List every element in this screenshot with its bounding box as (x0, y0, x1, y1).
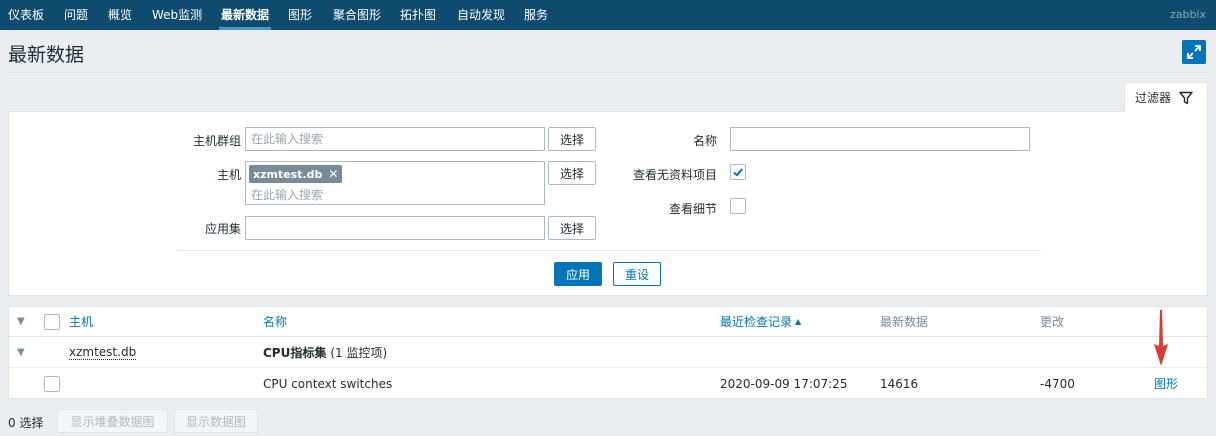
column-header-host[interactable]: 主机 (69, 307, 93, 336)
nav-item-maps[interactable]: 拓扑图 (400, 0, 436, 30)
nav-item-web-monitoring[interactable]: Web监测 (152, 0, 202, 30)
nav-item-dashboard[interactable]: 仪表板 (8, 0, 44, 30)
column-header-name[interactable]: 名称 (263, 307, 287, 336)
name-input[interactable] (730, 127, 1030, 151)
host-tag-label: xzmtest.db (253, 167, 323, 181)
host-groups-label: 主机群组 (192, 134, 241, 148)
show-without-data-checkbox[interactable] (730, 164, 746, 180)
hosts-multiselect[interactable]: xzmtest.db ✕ 在此输入搜索 (245, 161, 545, 205)
sort-asc-icon: ▲ (795, 317, 802, 326)
host-groups-input[interactable]: 在此输入搜索 (245, 127, 545, 151)
application-group-row: ▼ xzmtest.db CPU指标集 (1 监控项) (9, 337, 1207, 368)
show-details-checkbox[interactable] (730, 198, 746, 214)
apply-button[interactable]: 应用 (554, 262, 602, 286)
item-count: (1 监控项) (330, 345, 388, 360)
fullscreen-button[interactable] (1182, 40, 1206, 64)
application-name: CPU指标集 (263, 345, 327, 360)
filter-divider (177, 250, 1041, 251)
filter-icon (1179, 91, 1193, 104)
table-row: CPU context switches 2020-09-09 17:07:25… (9, 368, 1207, 399)
hosts-label: 主机 (216, 168, 241, 182)
graph-link[interactable]: 图形 (1154, 368, 1178, 399)
nav-item-services[interactable]: 服务 (524, 0, 548, 30)
nav-item-screens[interactable]: 聚合图形 (333, 0, 381, 30)
row-checkbox[interactable] (44, 375, 60, 392)
caret-down-icon: ▼ (17, 316, 25, 327)
brand-label: zabbix (1169, 8, 1206, 21)
application-input[interactable] (245, 216, 545, 240)
page-title: 最新数据 (8, 44, 85, 66)
host-link[interactable]: xzmtest.db (69, 345, 137, 360)
application-group-label: CPU指标集 (1 监控项) (263, 337, 387, 367)
annotation-arrow-icon (1154, 310, 1168, 366)
checkmark-icon (733, 168, 743, 177)
last-check-header-label: 最近检查记录 (720, 315, 793, 329)
show-details-label: 查看细节 (668, 202, 717, 216)
remove-tag-icon[interactable]: ✕ (328, 167, 338, 181)
nav-item-problems[interactable]: 问题 (64, 0, 88, 30)
collapse-group-toggle[interactable]: ▼ (17, 337, 25, 367)
item-name: CPU context switches (263, 376, 393, 391)
nav-item-overview[interactable]: 概览 (108, 0, 132, 30)
caret-down-icon: ▼ (17, 346, 25, 358)
reset-button[interactable]: 重设 (613, 262, 661, 286)
host-tag: xzmtest.db ✕ (249, 165, 343, 183)
hosts-search-input[interactable]: 在此输入搜索 (251, 186, 323, 203)
item-change: -4700 (1040, 376, 1075, 391)
latest-data-table: ▼ 主机 名称 最近检查记录 ▲ 最新数据 更改 ▼ xzmtest.db CP… (8, 306, 1208, 399)
application-label: 应用集 (204, 222, 241, 236)
nav-item-graphs[interactable]: 图形 (288, 0, 312, 30)
header-divider (8, 72, 1208, 73)
item-last-check: 2020-09-09 17:07:25 (720, 376, 848, 391)
collapse-all-toggle[interactable]: ▼ (17, 307, 25, 336)
hosts-select-button[interactable]: 选择 (548, 161, 596, 185)
nav-item-latest-data[interactable]: 最新数据 (218, 0, 272, 30)
filter-tab-label: 过滤器 (1135, 91, 1172, 105)
application-select-button[interactable]: 选择 (548, 216, 596, 240)
filter-tab[interactable]: 过滤器 (1124, 82, 1208, 112)
name-label: 名称 (692, 134, 717, 148)
table-header-row: ▼ 主机 名称 最近检查记录 ▲ 最新数据 更改 (9, 307, 1207, 337)
show-without-data-label: 查看无资料项目 (632, 168, 717, 182)
show-stacked-graph-button[interactable]: 显示堆叠数据图 (57, 409, 168, 433)
column-header-change: 更改 (1040, 315, 1065, 329)
select-all-checkbox[interactable] (44, 313, 60, 330)
column-header-last-value: 最新数据 (880, 315, 929, 329)
filter-panel: 主机群组 在此输入搜索 选择 主机 xzmtest.db ✕ 在此输入搜索 选择… (8, 111, 1208, 296)
nav-item-discovery[interactable]: 自动发现 (457, 0, 505, 30)
show-graph-button[interactable]: 显示数据图 (174, 409, 258, 433)
top-nav: 仪表板 问题 概览 Web监测 最新数据 图形 聚合图形 拓扑图 自动发现 服务… (0, 0, 1216, 30)
expand-icon (1187, 45, 1201, 59)
item-last-value: 14616 (880, 376, 919, 391)
column-header-last-check[interactable]: 最近检查记录 ▲ (720, 307, 801, 336)
host-groups-select-button[interactable]: 选择 (548, 127, 596, 151)
selected-count: 0 选择 (8, 416, 44, 430)
